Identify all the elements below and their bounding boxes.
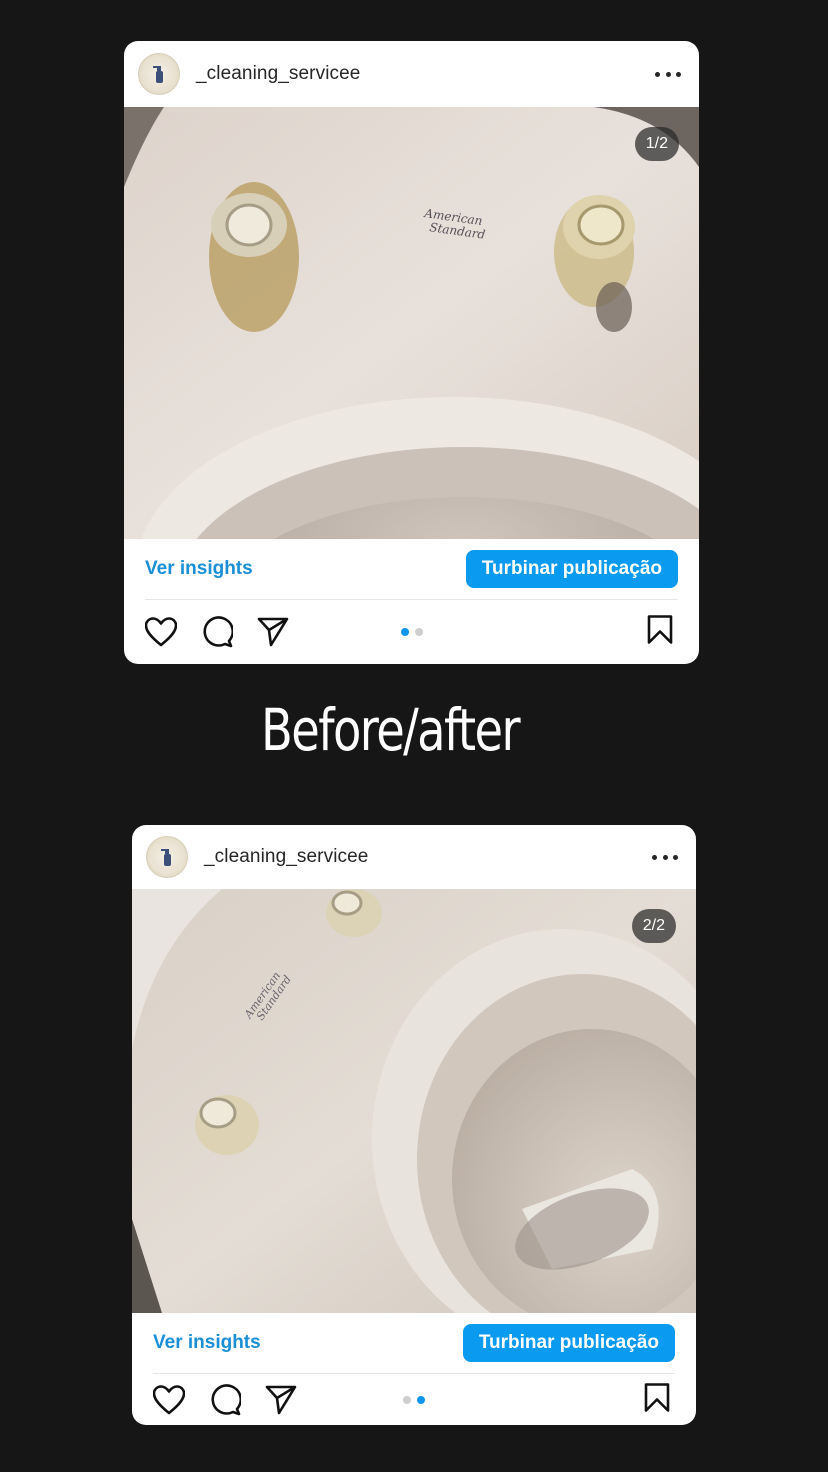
- post-photo[interactable]: American Standard 2/2: [132, 889, 696, 1313]
- bookmark-icon[interactable]: [644, 1383, 670, 1418]
- username[interactable]: _cleaning_servicee: [204, 846, 368, 868]
- carousel-dot: [414, 628, 423, 636]
- post-header: _cleaning_servicee: [124, 41, 699, 107]
- caption-text: Before/after: [261, 696, 521, 764]
- share-icon[interactable]: [256, 615, 290, 649]
- carousel-dot: [417, 1396, 425, 1404]
- more-options-button[interactable]: [655, 64, 681, 84]
- image-counter: 1/2: [634, 127, 679, 161]
- username[interactable]: _cleaning_servicee: [196, 63, 360, 85]
- image-counter: 2/2: [631, 909, 676, 943]
- share-icon[interactable]: [264, 1383, 298, 1417]
- insights-bar: Ver insights Turbinar publicação: [132, 1313, 696, 1373]
- comment-icon[interactable]: [200, 615, 234, 649]
- carousel-dots: [400, 628, 423, 636]
- heart-icon[interactable]: [152, 1383, 186, 1417]
- action-bar: [124, 600, 699, 664]
- boost-post-button[interactable]: Turbinar publicação: [462, 1324, 675, 1362]
- heart-icon[interactable]: [144, 615, 178, 649]
- spray-bottle-icon: [153, 66, 163, 83]
- more-icon: [655, 71, 660, 77]
- post-card-before: _cleaning_servicee American Standard 1/2…: [124, 41, 699, 664]
- action-bar: [132, 1374, 696, 1425]
- post-header: _cleaning_servicee: [132, 825, 696, 889]
- avatar[interactable]: [138, 53, 180, 95]
- more-options-button[interactable]: [652, 847, 678, 867]
- carousel-dots: [403, 1396, 425, 1404]
- more-icon: [652, 854, 657, 860]
- comment-icon[interactable]: [208, 1383, 242, 1417]
- post-card-after: _cleaning_servicee American Standard 2/2…: [132, 825, 696, 1425]
- bookmark-icon[interactable]: [647, 615, 673, 650]
- carousel-dot: [403, 1396, 411, 1404]
- carousel-dot: [400, 628, 409, 636]
- view-insights-link[interactable]: Ver insights: [153, 1332, 261, 1354]
- avatar[interactable]: [146, 836, 188, 878]
- insights-bar: Ver insights Turbinar publicação: [124, 539, 699, 599]
- boost-post-button[interactable]: Turbinar publicação: [465, 550, 678, 588]
- view-insights-link[interactable]: Ver insights: [145, 558, 253, 580]
- spray-bottle-icon: [161, 849, 171, 866]
- post-photo[interactable]: American Standard 1/2: [124, 107, 699, 539]
